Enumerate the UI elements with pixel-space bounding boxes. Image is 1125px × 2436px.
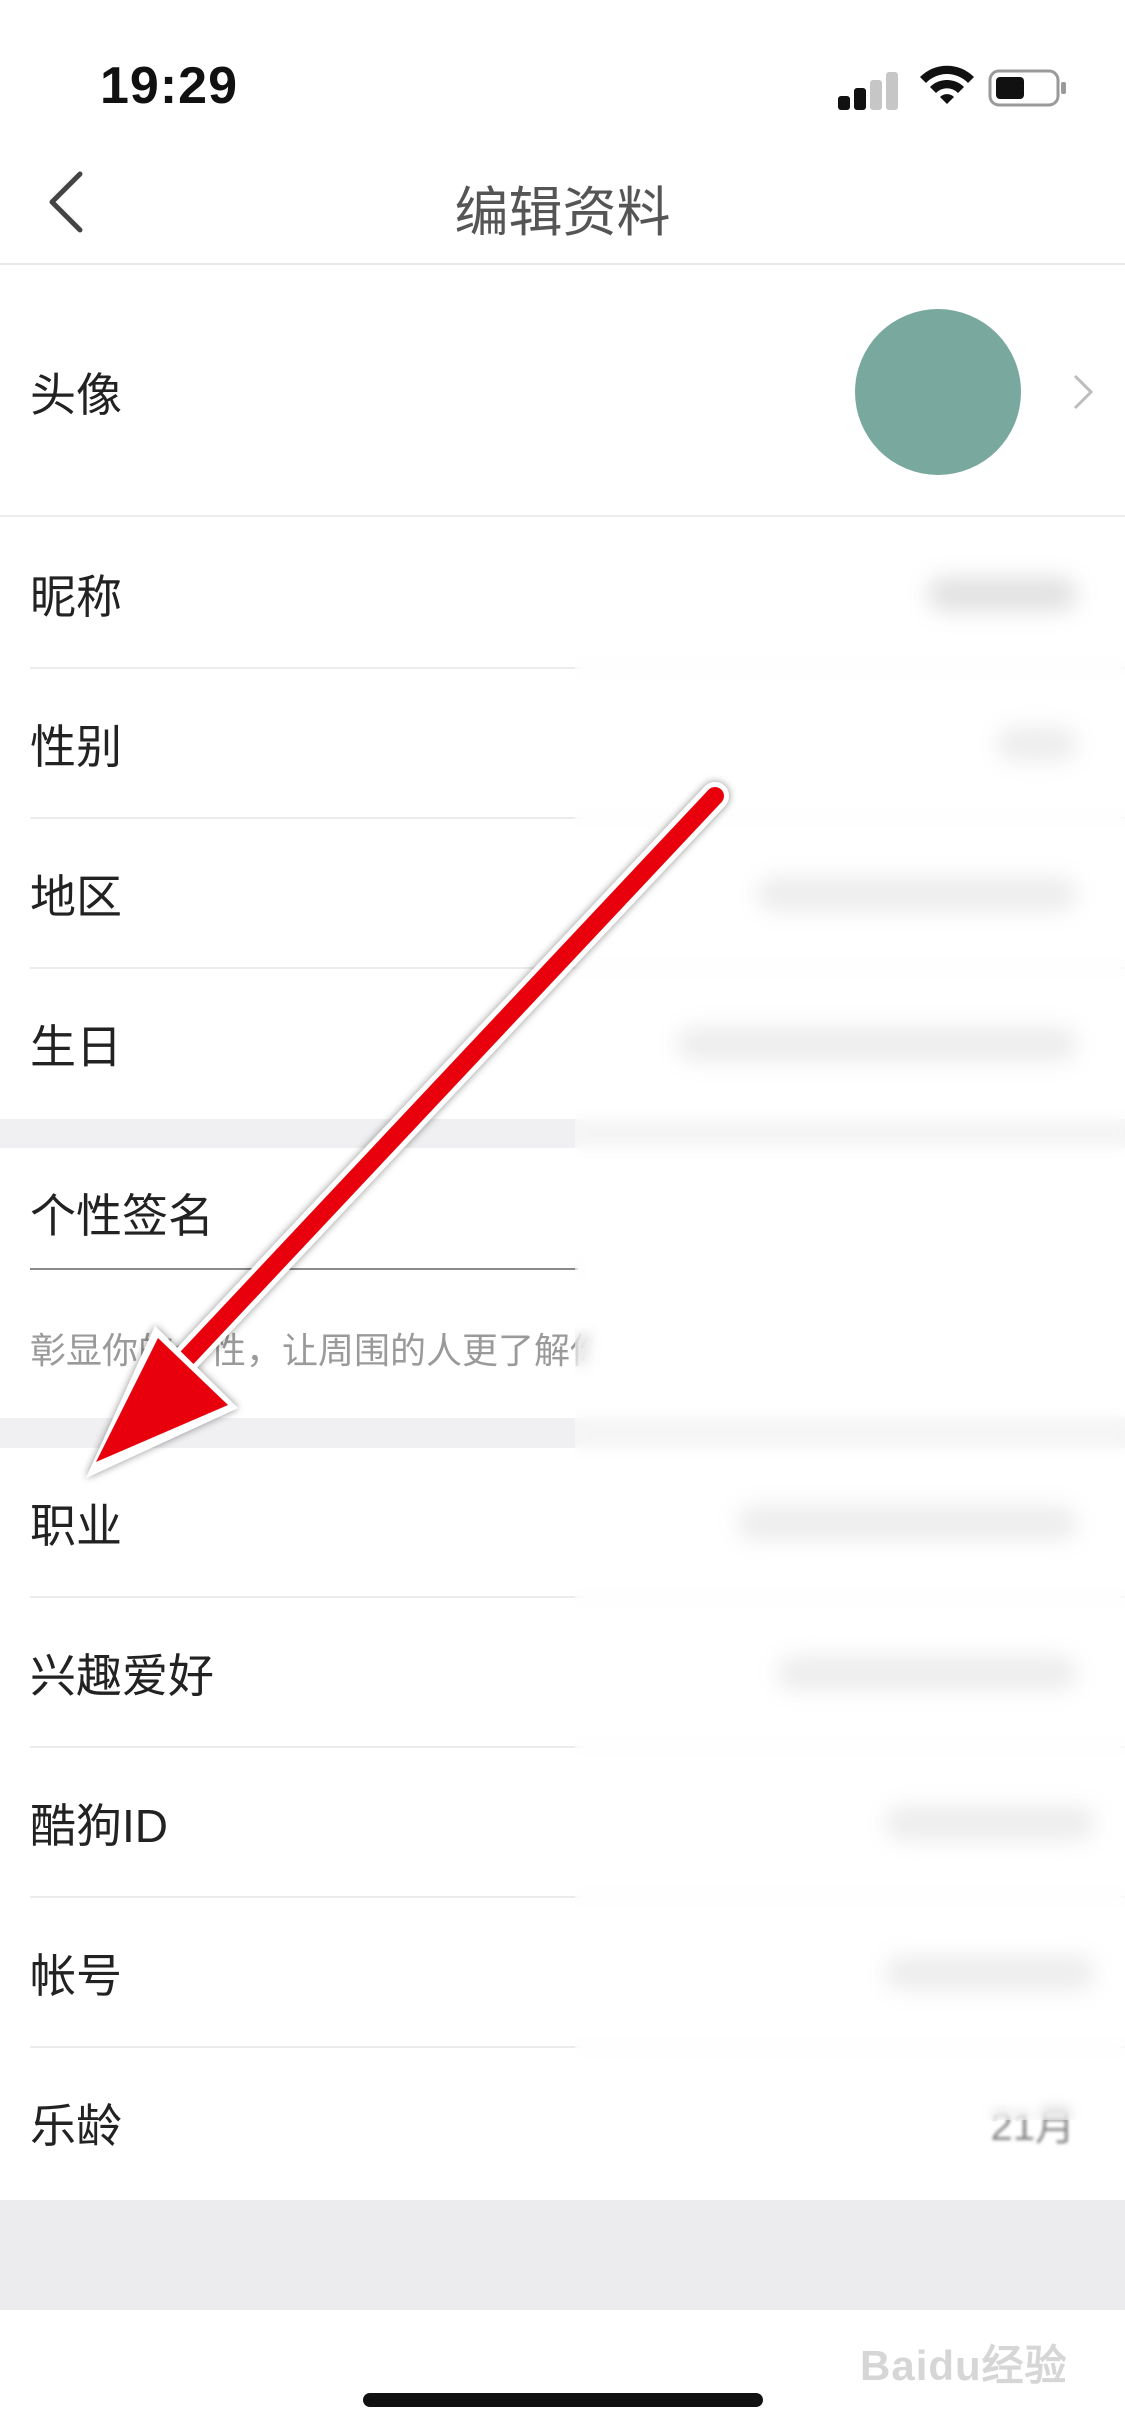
signature-label: 个性签名 (30, 1190, 214, 1242)
gender-row[interactable]: 性别 (0, 669, 1125, 819)
hobbies-row[interactable]: 兴趣爱好 (0, 1598, 1125, 1748)
nickname-label: 昵称 (30, 571, 122, 623)
kugou-id-label: 酷狗ID (30, 1800, 168, 1852)
cellular-signal-icon (838, 70, 900, 110)
section-gap (0, 1119, 1125, 1149)
avatar-row[interactable]: 头像 (0, 267, 1125, 517)
avatar[interactable] (855, 309, 1021, 475)
navigation-bar: 编辑资料 (0, 140, 1125, 265)
occupation-value (737, 1506, 1077, 1540)
watermark-text: Baidu经验 (860, 2342, 1068, 2389)
nickname-row[interactable]: 昵称 (0, 519, 1125, 669)
kugou-id-value (885, 1806, 1095, 1840)
account-row[interactable]: 帐号 (0, 1898, 1125, 2048)
music-age-row: 乐龄 21月 (0, 2048, 1125, 2198)
kugou-id-row[interactable]: 酷狗ID (0, 1748, 1125, 1898)
music-age-value: 21月 (990, 2105, 1076, 2149)
status-bar: 19:29 (0, 0, 1125, 140)
birthday-value (677, 1027, 1077, 1061)
music-age-label: 乐龄 (30, 2100, 122, 2152)
account-label: 帐号 (30, 1950, 122, 2002)
battery-icon (988, 69, 1066, 107)
region-value (757, 877, 1077, 911)
hobbies-value (777, 1656, 1077, 1690)
status-time: 19:29 (100, 57, 238, 115)
signature-row[interactable]: 个性签名 (0, 1148, 1125, 1270)
occupation-label: 职业 (30, 1500, 122, 1552)
footer-area (0, 2200, 1125, 2310)
birthday-row[interactable]: 生日 (0, 969, 1125, 1119)
account-value (885, 1956, 1095, 1990)
gender-value (997, 727, 1077, 761)
gender-label: 性别 (30, 721, 122, 773)
region-row[interactable]: 地区 (0, 819, 1125, 969)
page-title: 编辑资料 (454, 183, 671, 243)
chevron-right-icon (1073, 374, 1094, 410)
signature-placeholder[interactable]: 彰显你的个性，让周围的人更了解你 (30, 1322, 590, 1374)
divider (0, 515, 1125, 517)
region-label: 地区 (30, 871, 122, 923)
wifi-icon (920, 65, 974, 104)
signature-underline (30, 1268, 578, 1270)
hobbies-label: 兴趣爱好 (30, 1650, 214, 1702)
occupation-row[interactable]: 职业 (0, 1448, 1125, 1598)
birthday-label: 生日 (30, 1021, 122, 1073)
nickname-value (927, 577, 1077, 611)
home-indicator[interactable] (363, 2393, 763, 2407)
avatar-label: 头像 (30, 369, 122, 421)
section-gap (0, 1418, 1125, 1448)
